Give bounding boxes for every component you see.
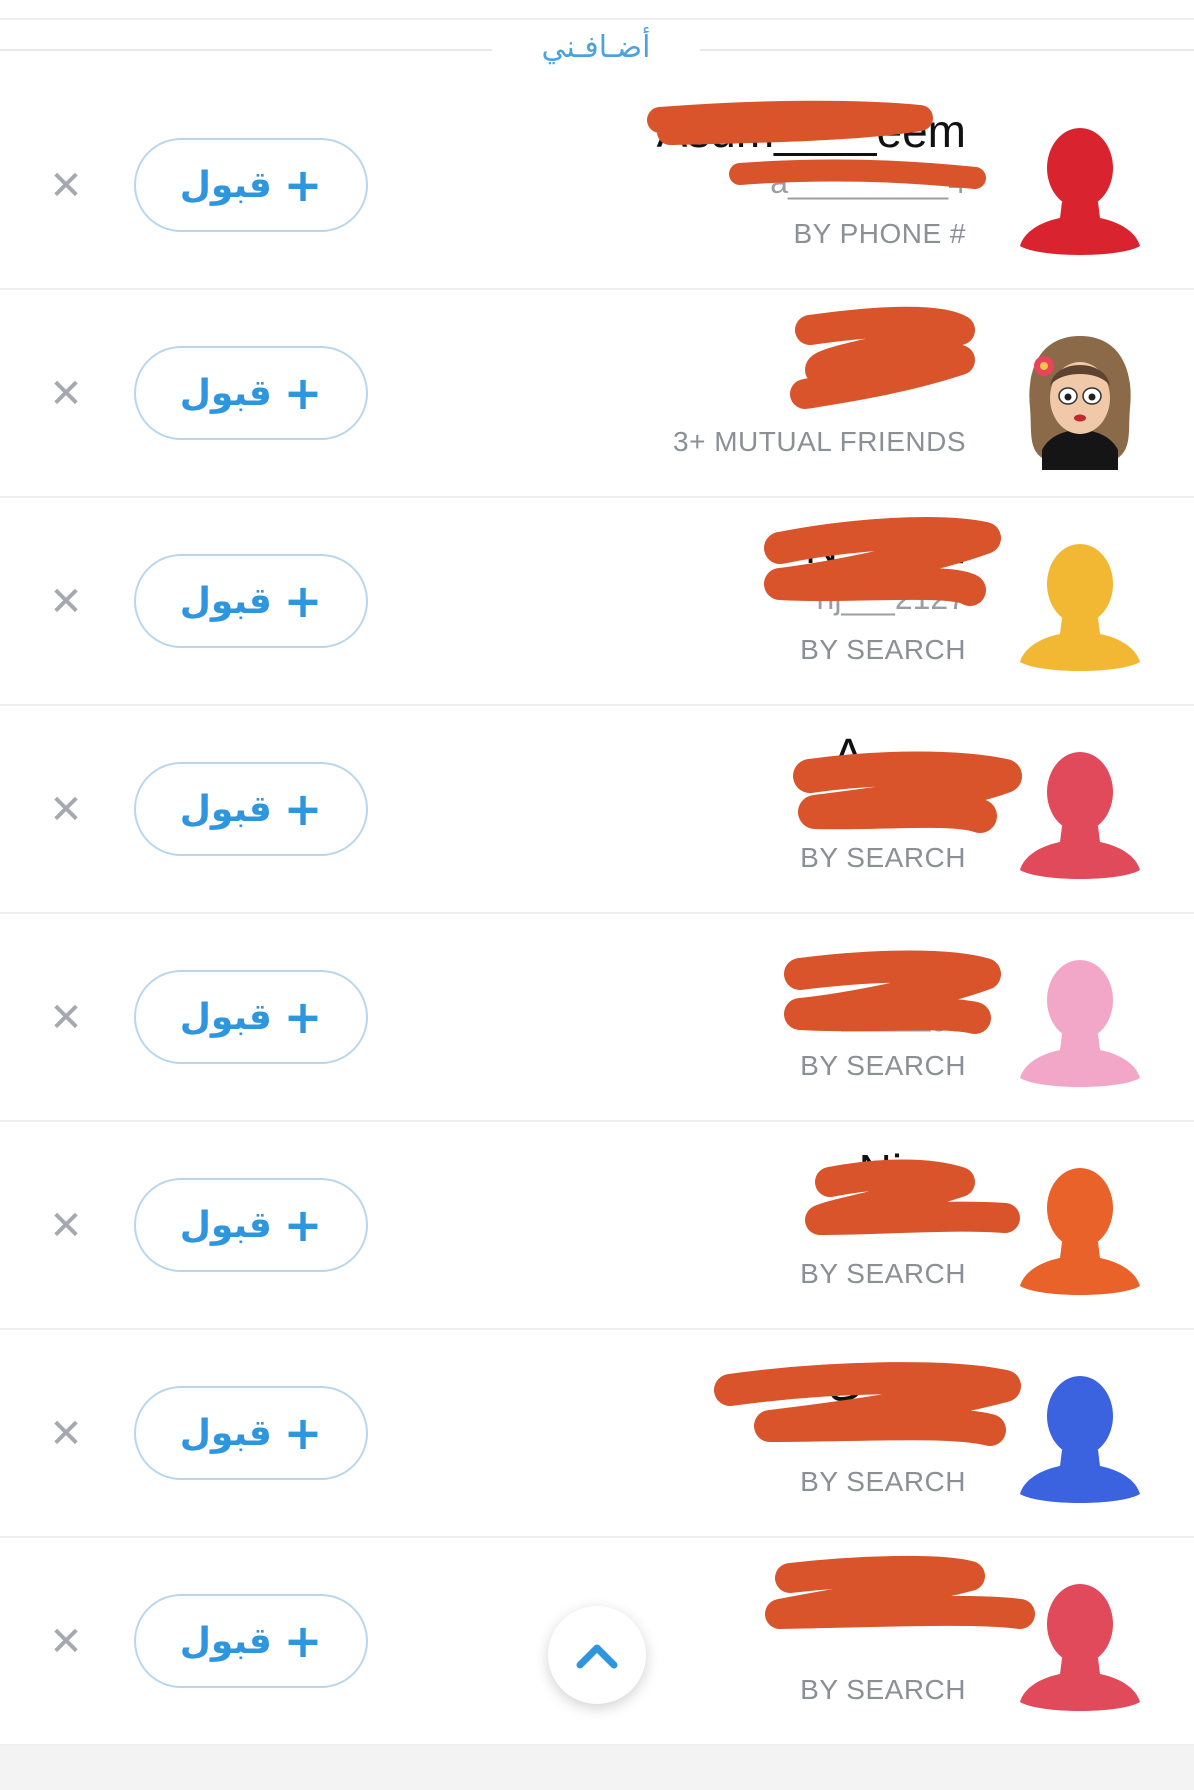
username: nj___2127 — [816, 580, 966, 616]
dismiss-icon[interactable]: ✕ — [46, 998, 86, 1038]
accept-label: قبول — [179, 580, 272, 622]
add-source-label: BY SEARCH — [800, 1466, 966, 1497]
dismiss-icon[interactable]: ✕ — [46, 1206, 86, 1246]
username — [546, 1200, 966, 1244]
default-avatar-icon — [1020, 128, 1140, 255]
plus-icon: + — [283, 1198, 323, 1252]
accept-button[interactable]: + قبول — [134, 554, 368, 648]
request-info: r_____gg BY SEARCH — [546, 934, 966, 1086]
friend-request-row: ✕ + قبول N____d nj___2127 BY SEARCH — [0, 498, 1194, 706]
accept-button[interactable]: + قبول — [134, 1386, 368, 1480]
section-title: أضـافـني — [541, 30, 651, 65]
default-avatar-icon — [1020, 960, 1140, 1087]
display-name — [546, 310, 966, 368]
accept-button[interactable]: + قبول — [134, 1178, 368, 1272]
bottom-bar — [0, 1746, 1194, 1790]
accept-button[interactable]: + قبول — [134, 346, 368, 440]
plus-icon: + — [283, 158, 323, 212]
header-rule-left — [0, 49, 492, 51]
display-name: Ni__. — [858, 1145, 966, 1197]
add-source-label: BY SEARCH — [800, 842, 966, 873]
friend-request-row: ✕ + قبول 3+ MUTUAL FRIENDS — [0, 290, 1194, 498]
section-header: أضـافـني — [0, 20, 1194, 82]
dismiss-icon[interactable]: ✕ — [46, 790, 86, 830]
request-info: 3+ MUTUAL FRIENDS — [546, 310, 966, 462]
header-rule-right — [700, 49, 1194, 51]
bitmoji-avatar-icon — [1029, 336, 1131, 470]
display-name — [546, 934, 966, 992]
accept-button[interactable]: + قبول — [134, 762, 368, 856]
plus-icon: + — [283, 1406, 323, 1460]
add-requests-screen: أضـافـني ✕ + قبول Asum____eem a_________4 BY … — [0, 0, 1194, 1790]
username: r_____gg — [830, 996, 966, 1032]
dismiss-icon[interactable]: ✕ — [46, 166, 86, 206]
dismiss-icon[interactable]: ✕ — [46, 582, 86, 622]
dismiss-icon[interactable]: ✕ — [46, 1622, 86, 1662]
accept-button[interactable]: + قبول — [134, 970, 368, 1064]
dismiss-icon[interactable]: ✕ — [46, 1414, 86, 1454]
display-name: .ي____ — [814, 1353, 966, 1405]
friend-request-row: ✕ + قبول Asum____eem a_________4 BY PHONE # — [0, 82, 1194, 290]
display-name: A____ — [832, 729, 966, 781]
plus-icon: + — [283, 574, 323, 628]
add-source-label: BY SEARCH — [800, 634, 966, 665]
default-avatar-icon — [1020, 1376, 1140, 1503]
accept-label: قبول — [179, 996, 272, 1038]
friend-request-row: ✕ + قبول .ي____ BY SEARCH — [0, 1330, 1194, 1538]
accept-button[interactable]: + قبول — [134, 1594, 368, 1688]
request-info: Asum____eem a_________4 BY PHONE # — [546, 102, 966, 254]
default-avatar-icon — [1020, 544, 1140, 671]
friend-request-row: ✕ + قبول r_____gg BY SEARCH — [0, 914, 1194, 1122]
username: a_________4 — [770, 164, 966, 200]
plus-icon: + — [283, 366, 323, 420]
add-source-label: BY SEARCH — [800, 1258, 966, 1289]
friend-request-row: ✕ + قبول Ni__. BY SEARCH — [0, 1122, 1194, 1330]
accept-label: قبول — [179, 164, 272, 206]
plus-icon: + — [283, 782, 323, 836]
display-name: N____d — [804, 521, 966, 573]
accept-label: قبول — [179, 1204, 272, 1246]
default-avatar-icon — [1020, 752, 1140, 879]
scroll-to-top-button[interactable] — [548, 1606, 646, 1704]
username — [546, 784, 966, 828]
add-source-label: BY PHONE # — [793, 218, 966, 249]
accept-label: قبول — [179, 1412, 272, 1454]
default-avatar-icon — [1020, 1168, 1140, 1295]
friend-request-list: ✕ + قبول Asum____eem a_________4 BY PHONE # ✕ +… — [0, 82, 1194, 1746]
default-avatar-icon — [1020, 1584, 1140, 1711]
request-info: N____d nj___2127 BY SEARCH — [546, 518, 966, 670]
add-source-label: BY SEARCH — [800, 1050, 966, 1081]
accept-label: قبول — [179, 1620, 272, 1662]
request-info: .ي____ BY SEARCH — [546, 1350, 966, 1502]
request-info: Ni__. BY SEARCH — [546, 1142, 966, 1294]
accept-label: قبول — [179, 788, 272, 830]
username — [546, 368, 966, 412]
request-info: A____ BY SEARCH — [546, 726, 966, 878]
username — [546, 1408, 966, 1452]
display-name: Asum____eem — [656, 105, 966, 157]
add-source-label: 3+ MUTUAL FRIENDS — [673, 426, 966, 457]
top-divider — [0, 0, 1194, 20]
friend-request-row: ✕ + قبول A____ BY SEARCH — [0, 706, 1194, 914]
accept-button[interactable]: + قبول — [134, 138, 368, 232]
dismiss-icon[interactable]: ✕ — [46, 374, 86, 414]
plus-icon: + — [283, 990, 323, 1044]
plus-icon: + — [283, 1614, 323, 1668]
chevron-up-icon — [576, 1644, 618, 1669]
accept-label: قبول — [179, 372, 272, 414]
